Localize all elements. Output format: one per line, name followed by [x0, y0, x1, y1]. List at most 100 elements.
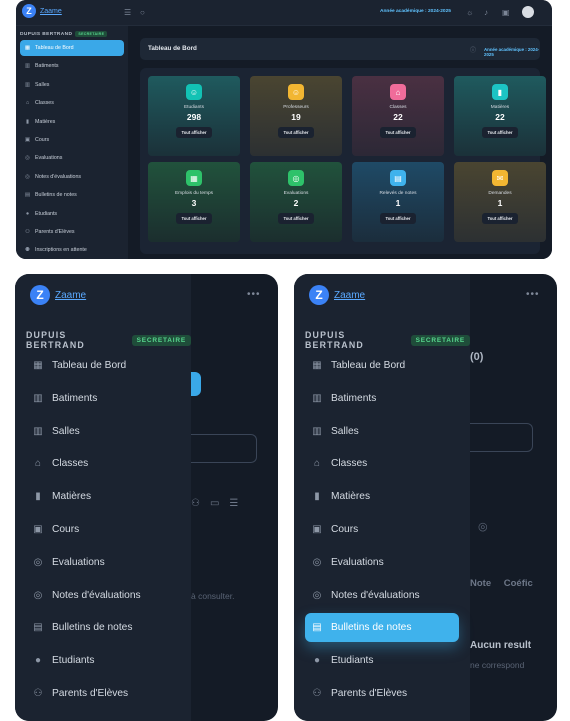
show-all-button[interactable]: Tout afficher [176, 127, 212, 138]
stat-card-professeurs: ☺ Professeurs 19 Tout afficher [250, 76, 342, 156]
show-all-button[interactable]: Tout afficher [278, 213, 314, 224]
avatar[interactable] [522, 6, 534, 18]
request-icon: ✉ [492, 170, 508, 186]
stat-value: 1 [395, 198, 401, 208]
sidebar-item-matieres[interactable]: ▮ Matières [26, 482, 180, 511]
sidebar-item-label: Etudiants [331, 655, 374, 667]
language-flag-icon[interactable]: ▣ [502, 8, 510, 17]
user-name: DUPUIS BERTRAND [20, 31, 73, 37]
sidebar-item-notes-evaluations[interactable]: ◎ Notes d'évaluations [20, 169, 124, 185]
more-options-icon[interactable]: ••• [526, 289, 540, 300]
column-coefficient: Coéfic [503, 578, 533, 589]
sidebar-item-cours[interactable]: ▣ Cours [20, 132, 124, 148]
sidebar-item-bulletins[interactable]: ▤ Bulletins de notes [305, 613, 459, 643]
building-icon: ▥ [33, 392, 43, 404]
stat-value: 298 [186, 112, 202, 122]
sidebar-item-bulletins[interactable]: ▤ Bulletins de notes [20, 187, 124, 203]
sidebar-item-dashboard[interactable]: ▦ Tableau de Bord [305, 351, 459, 380]
sidebar-item-evaluations[interactable]: ◎ Evaluations [305, 548, 459, 577]
sidebar-item-salles[interactable]: ▥ Salles [26, 417, 180, 446]
sidebar-item-inscriptions[interactable]: ⚉Inscriptions en attente [26, 712, 180, 721]
sidebar-item-batiments[interactable]: ▥ Batiments [305, 384, 459, 413]
sidebar-item-parents[interactable]: ⚇ Parents d'Elèves [20, 224, 124, 240]
stat-label: Relevés de notes [379, 191, 417, 196]
sidebar-item-salles[interactable]: ▥ Salles [305, 417, 459, 446]
sidebar-item-evaluations[interactable]: ◎ Evaluations [20, 150, 124, 166]
sidebar-item-dashboard[interactable]: ▦ Tableau de Bord [20, 40, 124, 56]
sidebar-item-etudiants[interactable]: ● Etudiants [26, 646, 180, 675]
user-info: DUPUIS BERTRAND SECRETAIRE [305, 330, 470, 350]
clipboard-icon: ◎ [25, 173, 30, 180]
book-icon: ▮ [492, 84, 508, 100]
sidebar-item-dashboard[interactable]: ▦ Tableau de Bord [26, 351, 180, 380]
sidebar-item-label: Etudiants [35, 210, 58, 217]
sidebar-item-label: Classes [331, 458, 368, 470]
presentation-icon: ▣ [33, 523, 43, 535]
theme-toggle-icon[interactable]: ☼ [466, 8, 473, 17]
stat-label: Emplois du temps [174, 191, 214, 196]
sidebar-item-etudiants[interactable]: ● Etudiants [305, 646, 459, 675]
stat-card-evaluations: ◎ Evaluations 2 Tout afficher [250, 162, 342, 242]
sidebar-item-classes[interactable]: ⌂ Classes [20, 95, 124, 111]
sidebar-menu: ▦ Tableau de Bord ▥ Batiments ▥ Salles ⌂ Cla… [26, 351, 180, 721]
show-all-button[interactable]: Tout afficher [380, 213, 416, 224]
sidebar-menu: ▦ Tableau de Bord ▥ Batiments ▥ Salles ⌂ Cla… [20, 40, 124, 259]
sidebar-item-batiments[interactable]: ▥ Batiments [26, 384, 180, 413]
sidebar-item-label: Salles [52, 425, 80, 437]
sidebar-item-parents[interactable]: ⚇ Parents d'Elèves [305, 679, 459, 708]
presentation-icon: ▣ [24, 136, 31, 143]
sidebar-item-cours[interactable]: ▣ Cours [305, 515, 459, 544]
sidebar-item-matieres[interactable]: ▮ Matières [305, 482, 459, 511]
clipboard-icon: ◎ [312, 589, 322, 601]
more-options-icon[interactable]: ••• [247, 289, 261, 300]
search-icon[interactable]: ○ [140, 8, 145, 17]
school-icon: ⌂ [313, 458, 321, 470]
sidebar-item-salles[interactable]: ▥ Salles [20, 77, 124, 93]
sidebar-item-matieres[interactable]: ▮ Matières [20, 114, 124, 130]
stat-card-emplois: ▦ Emplois du temps 3 Tout afficher [148, 162, 240, 242]
user-info: DUPUIS BERTRAND SECRETAIRE [20, 31, 108, 37]
teacher-icon: ☺ [288, 84, 304, 100]
background-button [191, 372, 201, 396]
sidebar-item-label: Matières [35, 118, 56, 125]
show-all-button[interactable]: Tout afficher [380, 127, 416, 138]
sidebar-item-label: Evaluations [35, 155, 63, 162]
academic-year-selector[interactable]: Année académique : 2024-2025 [380, 9, 451, 14]
app-logo[interactable]: Z Zaame [309, 285, 365, 305]
sidebar-item-label: Classes [35, 100, 54, 107]
show-all-button[interactable]: Tout afficher [278, 127, 314, 138]
users-icon: ● [25, 210, 30, 217]
sidebar-item-parents[interactable]: ⚇ Parents d'Elèves [26, 679, 180, 708]
background-input [470, 423, 533, 452]
sidebar-item-bulletins[interactable]: ▤ Bulletins de notes [26, 613, 180, 642]
show-all-button[interactable]: Tout afficher [482, 213, 518, 224]
sidebar-item-classes[interactable]: ⌂ Classes [26, 449, 180, 478]
sidebar-item-batiments[interactable]: ▥ Batiments [20, 58, 124, 74]
clipboard-icon: ◎ [288, 170, 304, 186]
sidebar-item-inscriptions[interactable]: ⚉Inscriptions en attente [305, 712, 459, 721]
app-logo[interactable]: Z Zaame [22, 4, 62, 18]
sidebar-item-label: Tableau de Bord [52, 360, 127, 371]
app-logo[interactable]: Z Zaame [30, 285, 86, 305]
info-icon[interactable]: ⓘ [470, 45, 476, 54]
sidebar-item-notes-evaluations[interactable]: ◎ Notes d'évaluations [305, 581, 459, 610]
sidebar-item-inscriptions[interactable]: ⚉Inscriptions en attente [20, 242, 124, 258]
sidebar-item-classes[interactable]: ⌂ Classes [305, 449, 459, 478]
main-content: Tableau de Bord ⓘ Année académique : 202… [128, 26, 552, 259]
sidebar-item-evaluations[interactable]: ◎ Evaluations [26, 548, 180, 577]
book-icon: ▮ [25, 118, 30, 125]
sidebar-item-label: Matières [52, 491, 92, 503]
show-all-button[interactable]: Tout afficher [176, 213, 212, 224]
bell-icon[interactable]: ♪ [484, 8, 488, 17]
sidebar-item-cours[interactable]: ▣ Cours [26, 515, 180, 544]
user-name: DUPUIS BERTRAND [26, 330, 85, 350]
app-name: Zaame [40, 7, 62, 15]
sidebar-item-etudiants[interactable]: ● Etudiants [20, 206, 124, 222]
building-icon: ▥ [33, 425, 43, 437]
school-icon: ⌂ [25, 100, 30, 107]
sidebar: DUPUIS BERTRAND SECRETAIRE ▦ Tableau de B… [16, 26, 128, 259]
role-badge: SECRETAIRE [131, 334, 191, 346]
sidebar-item-notes-evaluations[interactable]: ◎ Notes d'évaluations [26, 581, 180, 610]
show-all-button[interactable]: Tout afficher [482, 127, 518, 138]
menu-toggle-icon[interactable]: ☰ [124, 8, 131, 17]
